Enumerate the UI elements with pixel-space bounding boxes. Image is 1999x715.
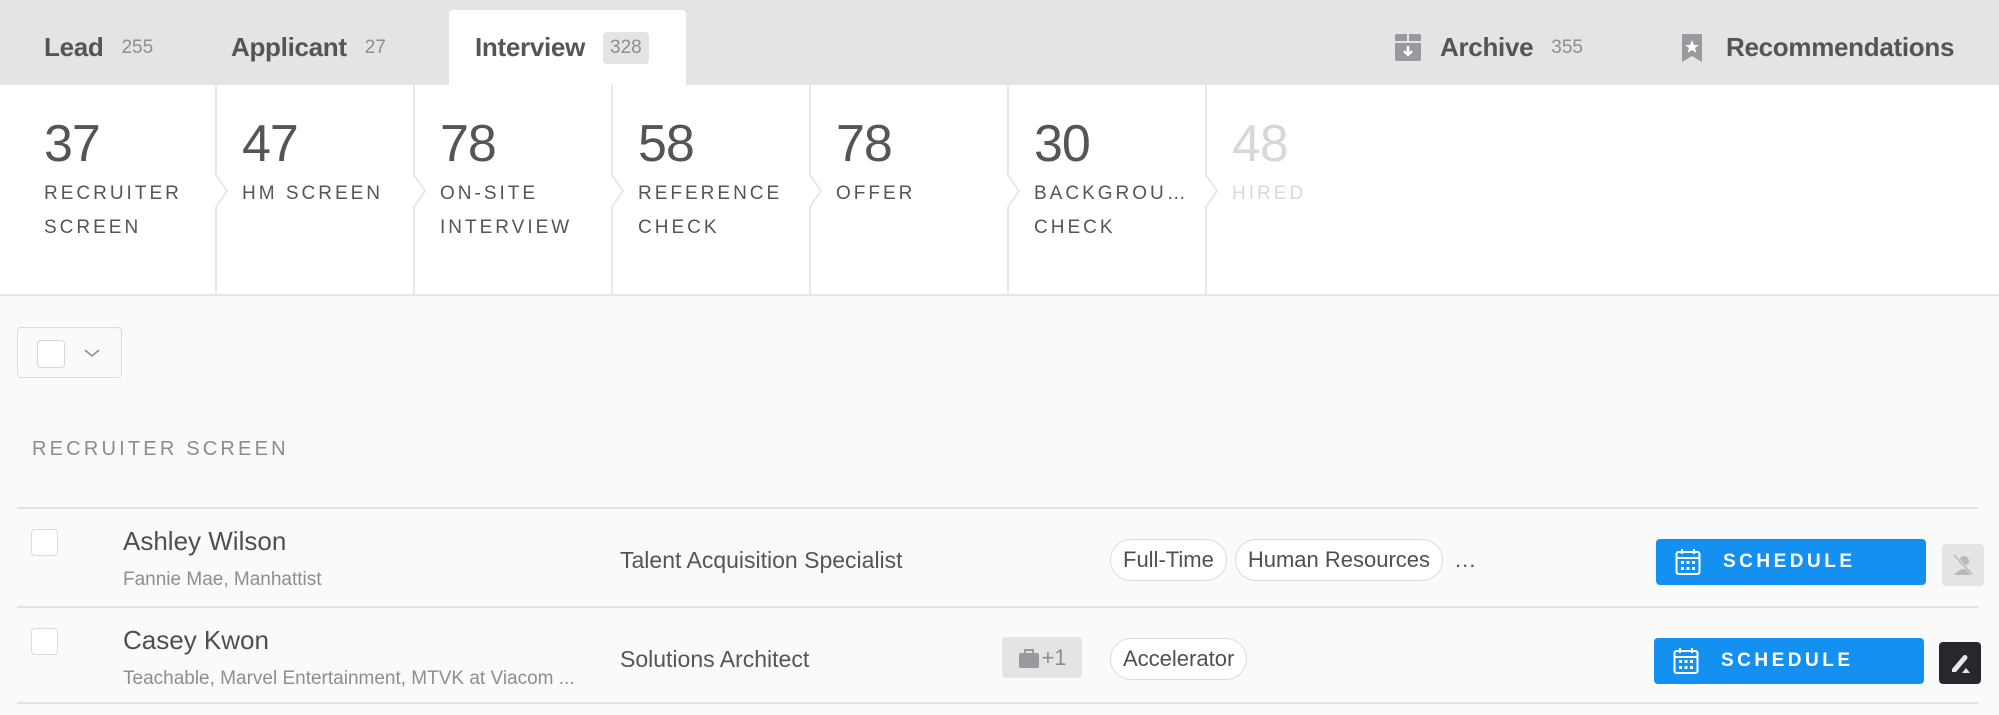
- select-all-checkbox[interactable]: [37, 340, 65, 368]
- tab-label: Archive: [1440, 32, 1534, 62]
- bulk-select-dropdown[interactable]: [17, 327, 122, 378]
- tab-lead[interactable]: Lead 255: [44, 10, 153, 85]
- stage-name: ON-SITE INTERVIEW: [440, 183, 573, 238]
- additional-jobs-badge[interactable]: +1: [1002, 637, 1082, 678]
- tag[interactable]: Full-Time: [1110, 539, 1227, 581]
- tab-count: 27: [364, 36, 386, 58]
- candidate-companies: Teachable, Marvel Entertainment, MTVK at…: [123, 668, 575, 689]
- tag-list: Full-Time Human Resources ...: [1110, 539, 1476, 581]
- stage-divider: [809, 85, 822, 294]
- stage-name: REFERENCE CHECK: [638, 183, 783, 238]
- candidate-row[interactable]: Casey Kwon Teachable, Marvel Entertainme…: [17, 606, 1981, 704]
- stage-name: BACKGROU… CHECK: [1034, 183, 1189, 238]
- stage-divider: [215, 85, 228, 294]
- stage-divider: [1205, 85, 1218, 294]
- row-checkbox[interactable]: [31, 628, 58, 655]
- tab-applicant[interactable]: Applicant 27: [231, 10, 386, 85]
- tag[interactable]: Human Resources: [1234, 539, 1444, 581]
- schedule-button[interactable]: SCHEDULE: [1656, 539, 1926, 585]
- section-title: RECRUITER SCREEN: [32, 438, 289, 460]
- tab-interview[interactable]: Interview 328: [449, 10, 686, 85]
- more-tags[interactable]: ...: [1455, 547, 1476, 573]
- stage-name: RECRUITER SCREEN: [44, 183, 182, 238]
- candidate-name[interactable]: Casey Kwon: [123, 625, 269, 656]
- tag-list: Accelerator: [1110, 638, 1248, 680]
- bookmark-star-icon: [1680, 32, 1708, 64]
- stage-count: 58: [638, 115, 695, 173]
- candidate-job: Talent Acquisition Specialist: [620, 547, 903, 573]
- stage-name: HIRED: [1232, 183, 1307, 204]
- stage-bar: 37 RECRUITER SCREEN 47 HM SCREEN 78 ON-S…: [0, 85, 1999, 296]
- additional-jobs-count: +1: [1041, 644, 1067, 670]
- edit-button[interactable]: [1939, 642, 1981, 684]
- pipeline-tabs-bar: Lead 255 Applicant 27 Interview 328 Arch…: [0, 0, 1999, 85]
- stage-count: 37: [44, 115, 101, 173]
- tab-label: Interview: [475, 32, 586, 62]
- stage-divider: [611, 85, 624, 294]
- stage-recruiter-screen[interactable]: 37 RECRUITER SCREEN: [0, 85, 198, 294]
- tab-label: Recommendations: [1726, 32, 1955, 62]
- briefcase-icon: [1019, 648, 1040, 668]
- schedule-label: SCHEDULE: [1723, 551, 1856, 572]
- candidate-job: Solutions Architect: [620, 646, 810, 672]
- stage-count: 47: [242, 115, 299, 173]
- tab-label: Applicant: [231, 32, 347, 62]
- calendar-icon: [1675, 549, 1701, 575]
- tab-label: Lead: [44, 32, 104, 62]
- schedule-label: SCHEDULE: [1721, 650, 1854, 671]
- tab-count: 255: [121, 36, 154, 58]
- no-user-icon: [1952, 553, 1975, 577]
- candidate-row[interactable]: Ashley Wilson Fannie Mae, Manhattist Tal…: [17, 507, 1984, 605]
- stage-name: HM SCREEN: [242, 183, 384, 204]
- chevron-down-icon: [84, 349, 100, 358]
- archive-box-icon: [1394, 32, 1422, 64]
- tab-recommendations[interactable]: Recommendations: [1680, 10, 1954, 85]
- row-checkbox[interactable]: [31, 529, 58, 556]
- stage-count: 48: [1232, 115, 1289, 173]
- schedule-button[interactable]: SCHEDULE: [1654, 638, 1924, 684]
- tab-archive[interactable]: Archive 355: [1394, 10, 1583, 85]
- no-user-button[interactable]: [1942, 544, 1984, 586]
- tab-count-badge: 328: [603, 31, 649, 64]
- tag[interactable]: Accelerator: [1110, 638, 1248, 680]
- stage-divider: [413, 85, 426, 294]
- stage-name: OFFER: [836, 183, 916, 204]
- stage-count: 78: [836, 115, 893, 173]
- calendar-icon: [1673, 648, 1699, 674]
- stage-divider: [1007, 85, 1020, 294]
- stage-count: 78: [440, 115, 497, 173]
- candidate-companies: Fannie Mae, Manhattist: [123, 569, 322, 590]
- stage-count: 30: [1034, 115, 1091, 173]
- pencil-icon: [1952, 655, 1970, 673]
- candidate-name[interactable]: Ashley Wilson: [123, 526, 286, 557]
- tab-count: 355: [1551, 36, 1583, 58]
